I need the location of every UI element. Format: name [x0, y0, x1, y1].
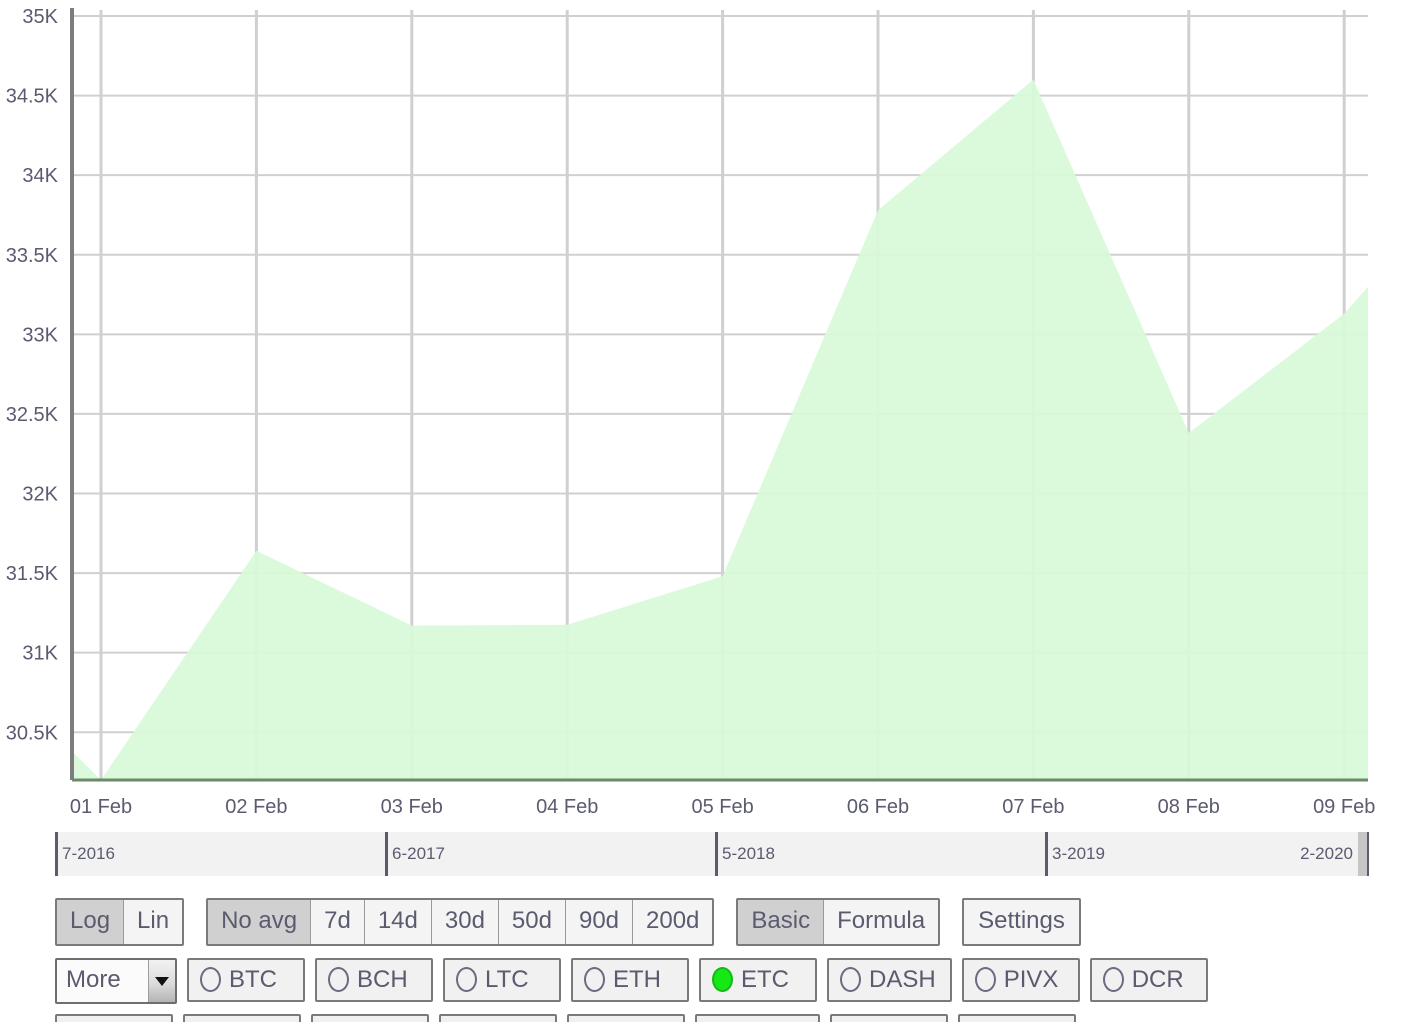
range-right-handle[interactable]	[1358, 832, 1369, 876]
coin-toggle-eth[interactable]: ETH	[571, 958, 689, 1002]
radio-unchecked-icon	[328, 967, 349, 992]
coin-toggle-pivx[interactable]: PIVX	[829, 1014, 948, 1022]
coin-toggle-dcr[interactable]: DCR	[957, 1014, 1076, 1022]
range-tick-mark	[55, 832, 58, 876]
average-option-7d[interactable]: 7d	[311, 900, 365, 944]
x-axis-labels: 01 Feb 02 Feb 03 Feb 04 Feb 05 Feb 06 Feb 07 F…	[70, 796, 1375, 818]
x-axis-tick-label: 02 Feb	[225, 796, 287, 818]
coin-selector-row-overflow: BTC BCH LTC ETH ETC DASH PIVX DCR	[55, 1014, 1395, 1022]
chart-area-fill	[72, 79, 1368, 780]
chart-controls: Log Lin No avg 7d 14d 30d 50d 90d 200d Basic For…	[55, 898, 1395, 1034]
coin-selector-row: More BTC BCH LTC ETH ETC DASH PIVX DCR	[55, 958, 1395, 1004]
coin-toggle-btc[interactable]: BTC	[187, 958, 305, 1002]
radio-unchecked-icon	[584, 967, 605, 992]
y-axis-tick-label: 35K	[22, 6, 58, 28]
average-option-no-avg[interactable]: No avg	[208, 900, 312, 944]
range-tick-label: 7-2016	[62, 844, 115, 863]
coin-toggle-bch[interactable]: BCH	[315, 958, 433, 1002]
radio-unchecked-icon	[974, 967, 996, 992]
radio-unchecked-icon	[1102, 967, 1124, 992]
options-row: Log Lin No avg 7d 14d 30d 50d 90d 200d Basic For…	[55, 898, 1395, 946]
average-option-30d[interactable]: 30d	[431, 900, 499, 944]
range-tick-label: 6-2017	[392, 844, 445, 863]
mode-option-formula[interactable]: Formula	[824, 900, 939, 944]
y-axis-tick-label: 31K	[22, 643, 58, 665]
chart-canvas[interactable]: 30.5K 31K 31.5K 32K 32.5K 33K 33.5K 34K 34.5K 35K…	[0, 0, 1414, 822]
coin-toggle-dash[interactable]: DASH	[827, 958, 952, 1002]
y-axis-tick-label: 31.5K	[6, 563, 59, 585]
moving-average-button-group[interactable]: No avg 7d 14d 30d 50d 90d 200d	[206, 898, 715, 946]
y-axis-labels: 30.5K 31K 31.5K 32K 32.5K 33K 33.5K 34K 34.5K 35K	[6, 6, 59, 744]
coin-label: ETH	[613, 965, 661, 993]
coin-toggle-eth[interactable]: ETH	[439, 1014, 557, 1022]
range-tick-label: 2-2020	[1300, 844, 1353, 863]
coin-toggle-etc[interactable]: ETC	[567, 1014, 685, 1022]
range-tick-label: 5-2018	[722, 844, 775, 863]
x-axis-tick-label: 09 Feb	[1313, 796, 1375, 818]
range-tick-mark	[385, 832, 388, 876]
x-axis-tick-label: 08 Feb	[1158, 796, 1220, 818]
chevron-down-icon[interactable]	[148, 960, 175, 1002]
y-axis-tick-label: 33.5K	[6, 245, 59, 267]
scale-option-log[interactable]: Log	[57, 900, 125, 944]
y-axis-tick-label: 34K	[22, 165, 58, 187]
x-axis-tick-label: 03 Feb	[381, 796, 443, 818]
y-axis-tick-label: 32.5K	[6, 404, 59, 426]
average-option-50d[interactable]: 50d	[498, 900, 566, 944]
price-chart[interactable]: 30.5K 31K 31.5K 32K 32.5K 33K 33.5K 34K 34.5K 35K…	[0, 0, 1414, 822]
y-axis-tick-label: 34.5K	[6, 86, 59, 108]
average-option-200d[interactable]: 200d	[633, 900, 713, 944]
coin-label: BCH	[357, 965, 408, 993]
scale-option-lin[interactable]: Lin	[124, 900, 183, 944]
average-option-14d[interactable]: 14d	[364, 900, 432, 944]
chart-page: 30.5K 31K 31.5K 32K 32.5K 33K 33.5K 34K 34.5K 35K…	[0, 0, 1414, 1032]
y-axis-tick-label: 30.5K	[6, 722, 59, 744]
coin-toggle-btc[interactable]: BTC	[55, 1014, 173, 1022]
radio-unchecked-icon	[456, 967, 477, 992]
coin-toggle-etc[interactable]: ETC	[699, 958, 817, 1002]
y-axis-tick-label: 32K	[22, 484, 58, 506]
x-axis-tick-label: 01 Feb	[70, 796, 132, 818]
coin-label: LTC	[485, 965, 529, 993]
coin-label: ETC	[741, 965, 789, 993]
coin-toggle-bch[interactable]: BCH	[183, 1014, 301, 1022]
coin-toggle-dash[interactable]: DASH	[695, 1014, 820, 1022]
x-axis-tick-label: 04 Feb	[536, 796, 598, 818]
coin-label: DASH	[869, 965, 936, 993]
x-axis-tick-label: 07 Feb	[1002, 796, 1064, 818]
average-option-90d[interactable]: 90d	[565, 900, 634, 944]
range-tick-mark	[715, 832, 718, 876]
y-axis-tick-label: 33K	[22, 324, 58, 346]
coin-toggle-ltc[interactable]: LTC	[443, 958, 561, 1002]
range-tick-mark	[1045, 832, 1048, 876]
coin-label: PIVX	[1003, 965, 1059, 993]
x-axis-tick-label: 05 Feb	[691, 796, 753, 818]
more-dropdown-label: More	[66, 966, 121, 993]
settings-button[interactable]: Settings	[962, 898, 1081, 946]
radio-unchecked-icon	[840, 967, 861, 992]
coin-label: DCR	[1131, 965, 1184, 993]
radio-unchecked-icon	[200, 967, 221, 992]
radio-checked-icon	[712, 967, 733, 992]
range-tick-label: 3-2019	[1052, 844, 1105, 863]
coin-toggle-dcr[interactable]: DCR	[1089, 958, 1208, 1002]
date-range-scrollbar[interactable]: 7-2016 6-2017 5-2018 3-2019 2-2020	[55, 832, 1369, 876]
x-axis-tick-label: 06 Feb	[847, 796, 909, 818]
more-dropdown[interactable]: More	[55, 958, 177, 1004]
coin-toggle-ltc[interactable]: LTC	[311, 1014, 429, 1022]
mode-button-group[interactable]: Basic Formula	[736, 898, 941, 946]
mode-option-basic[interactable]: Basic	[738, 900, 825, 944]
coin-toggle-pivx[interactable]: PIVX	[961, 958, 1080, 1002]
scale-button-group[interactable]: Log Lin	[55, 898, 185, 946]
coin-label: BTC	[229, 965, 277, 993]
area-fill-path	[72, 79, 1368, 780]
